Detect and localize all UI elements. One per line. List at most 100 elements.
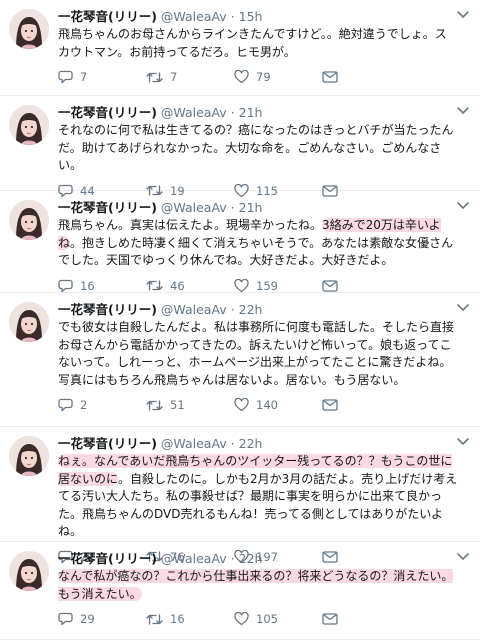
- envelope-icon: [322, 71, 338, 83]
- tweet-header: 一花琴音(リリー) @WaleaAv · 21h: [58, 200, 470, 216]
- tweet-card[interactable]: 一花琴音(リリー) @WaleaAv · 22h ねぇ。なんであいだ飛鳥ちゃんの…: [0, 427, 480, 564]
- tweet-text: なんで私が癌なの？これから仕事出来るの？将来どうなるの？消えたい。もう消えたい。: [58, 568, 470, 603]
- tweet-text: でも彼女は自殺したんだよ。私は事務所に何度も電話した。そしたら直接お母さんから電…: [58, 319, 470, 389]
- tweet-header: 一花琴音(リリー) @WaleaAv · 22h: [58, 551, 470, 567]
- timeline-feed: 一花琴音(リリー) @WaleaAv · 15h 飛鳥ちゃんのお母さんからライン…: [0, 0, 480, 640]
- separator-dot: ·: [230, 200, 235, 215]
- retweet-count: 16: [170, 612, 185, 626]
- heart-icon: [234, 278, 249, 292]
- user-handle[interactable]: @WaleaAv: [161, 200, 227, 215]
- avatar[interactable]: [9, 551, 49, 591]
- reply-count: 2: [80, 398, 88, 412]
- avatar[interactable]: [9, 105, 49, 145]
- display-name[interactable]: 一花琴音(リリー): [58, 551, 157, 566]
- like-button[interactable]: 140: [234, 398, 322, 412]
- reply-icon: [58, 612, 73, 626]
- user-handle[interactable]: @WaleaAv: [161, 302, 227, 317]
- chevron-down-icon[interactable]: [456, 303, 470, 313]
- envelope-icon: [322, 279, 338, 292]
- avatar[interactable]: [9, 436, 49, 476]
- user-handle[interactable]: @WaleaAv: [161, 551, 227, 566]
- reply-button[interactable]: 7: [58, 70, 146, 84]
- avatar[interactable]: [9, 9, 49, 49]
- retweet-button[interactable]: 51: [146, 398, 234, 412]
- separator-dot: ·: [230, 9, 235, 24]
- direct-message-button[interactable]: [322, 613, 410, 625]
- tweet-actions: 7 7 79: [58, 66, 470, 88]
- direct-message-button[interactable]: [322, 71, 410, 83]
- tweet-timestamp[interactable]: 22h: [239, 436, 263, 451]
- tweet-card[interactable]: 一花琴音(リリー) @WaleaAv · 22h でも彼女は自殺したんだよ。私は…: [0, 293, 480, 427]
- retweet-count: 46: [170, 278, 185, 293]
- direct-message-button[interactable]: [322, 279, 410, 292]
- chevron-down-icon[interactable]: [456, 552, 470, 562]
- tweet-card[interactable]: 一花琴音(リリー) @WaleaAv · 22h なんで私が癌なの？これから仕事…: [0, 542, 480, 640]
- reply-icon: [58, 279, 73, 292]
- envelope-icon: [322, 613, 338, 625]
- tweet-text: 飛鳥ちゃんのお母さんからラインきたんですけど。。絶対違うでしょ。スカウトマン。お…: [58, 26, 470, 61]
- tweet-text: ねぇ。なんであいだ飛鳥ちゃんのツイッター残ってるの？？もうこの世に居ないのに。自…: [58, 453, 470, 541]
- like-count: 140: [256, 398, 278, 412]
- chevron-down-icon[interactable]: [456, 106, 470, 116]
- tweet-card[interactable]: 一花琴音(リリー) @WaleaAv · 21h 飛鳥ちゃん。真実は伝えたよ。現…: [0, 191, 480, 293]
- like-count: 79: [256, 70, 271, 84]
- tweet-card[interactable]: 一花琴音(リリー) @WaleaAv · 21h それなのに何で私は生きてるの？…: [0, 96, 480, 198]
- display-name[interactable]: 一花琴音(リリー): [58, 105, 157, 120]
- reply-count: 7: [80, 70, 88, 84]
- separator-dot: ·: [230, 105, 235, 120]
- heart-icon: [234, 612, 249, 626]
- direct-message-button[interactable]: [322, 399, 410, 411]
- display-name[interactable]: 一花琴音(リリー): [58, 9, 157, 24]
- reply-icon: [58, 398, 73, 412]
- heart-icon: [234, 70, 249, 84]
- retweet-button[interactable]: 16: [146, 612, 234, 626]
- retweet-button[interactable]: 7: [146, 70, 234, 84]
- retweet-icon: [146, 71, 163, 83]
- user-handle[interactable]: @WaleaAv: [161, 105, 227, 120]
- tweet-header: 一花琴音(リリー) @WaleaAv · 22h: [58, 436, 470, 452]
- separator-dot: ·: [230, 302, 235, 317]
- tweet-header: 一花琴音(リリー) @WaleaAv · 21h: [58, 105, 470, 121]
- display-name[interactable]: 一花琴音(リリー): [58, 200, 157, 215]
- text-segment: 飛鳥ちゃんのお母さんからラインきたんですけど。。絶対違うでしょ。スカウトマン。お…: [58, 27, 447, 59]
- tweet-timestamp[interactable]: 15h: [239, 9, 263, 24]
- text-segment: それなのに何で私は生きてるの？癌になったのはきっとバチが当たったんだ。助けてあげ…: [58, 123, 454, 172]
- chevron-down-icon[interactable]: [456, 201, 470, 211]
- tweet-actions: 29 16 105: [58, 608, 470, 630]
- tweet-header: 一花琴音(リリー) @WaleaAv · 15h: [58, 9, 470, 25]
- like-button[interactable]: 105: [234, 612, 322, 626]
- tweet-timestamp[interactable]: 22h: [239, 551, 263, 566]
- display-name[interactable]: 一花琴音(リリー): [58, 436, 157, 451]
- reply-button[interactable]: 16: [58, 279, 146, 293]
- display-name[interactable]: 一花琴音(リリー): [58, 302, 157, 317]
- like-count: 159: [256, 278, 278, 293]
- chevron-down-icon[interactable]: [456, 437, 470, 447]
- tweet-card[interactable]: 一花琴音(リリー) @WaleaAv · 15h 飛鳥ちゃんのお母さんからライン…: [0, 0, 480, 96]
- chevron-down-icon[interactable]: [456, 10, 470, 20]
- like-button[interactable]: 79: [234, 70, 322, 84]
- retweet-button[interactable]: 46: [146, 279, 234, 293]
- user-handle[interactable]: @WaleaAv: [161, 9, 227, 24]
- tweet-timestamp[interactable]: 21h: [239, 200, 263, 215]
- retweet-icon: [146, 280, 163, 291]
- avatar[interactable]: [9, 302, 49, 342]
- reply-button[interactable]: 2: [58, 398, 146, 412]
- retweet-count: 51: [170, 398, 185, 412]
- envelope-icon: [322, 399, 338, 411]
- reply-icon: [58, 70, 73, 84]
- highlighted-text: なんで私が癌なの？これから仕事出来るの？将来どうなるの？消えたい。もう消えたい。: [58, 569, 454, 601]
- like-button[interactable]: 159: [234, 278, 322, 293]
- like-count: 105: [256, 612, 278, 626]
- avatar[interactable]: [9, 200, 49, 240]
- reply-button[interactable]: 29: [58, 612, 146, 626]
- tweet-timestamp[interactable]: 21h: [239, 105, 263, 120]
- separator-dot: ·: [230, 551, 235, 566]
- tweet-header: 一花琴音(リリー) @WaleaAv · 22h: [58, 302, 470, 318]
- retweet-icon: [146, 399, 163, 411]
- reply-count: 16: [80, 278, 95, 293]
- user-handle[interactable]: @WaleaAv: [161, 436, 227, 451]
- tweet-text: それなのに何で私は生きてるの？癌になったのはきっとバチが当たったんだ。助けてあげ…: [58, 122, 470, 175]
- text-segment: 。自殺したのに。しかも2月か3月の話だよ。売り上げだけ考えてる汚い大人たち。私の…: [58, 471, 458, 539]
- tweet-text: 飛鳥ちゃん。真実は伝えたよ。現場辛かったね。3絡みで20万は辛いよね。抱きしめた…: [58, 217, 470, 270]
- tweet-timestamp[interactable]: 22h: [239, 302, 263, 317]
